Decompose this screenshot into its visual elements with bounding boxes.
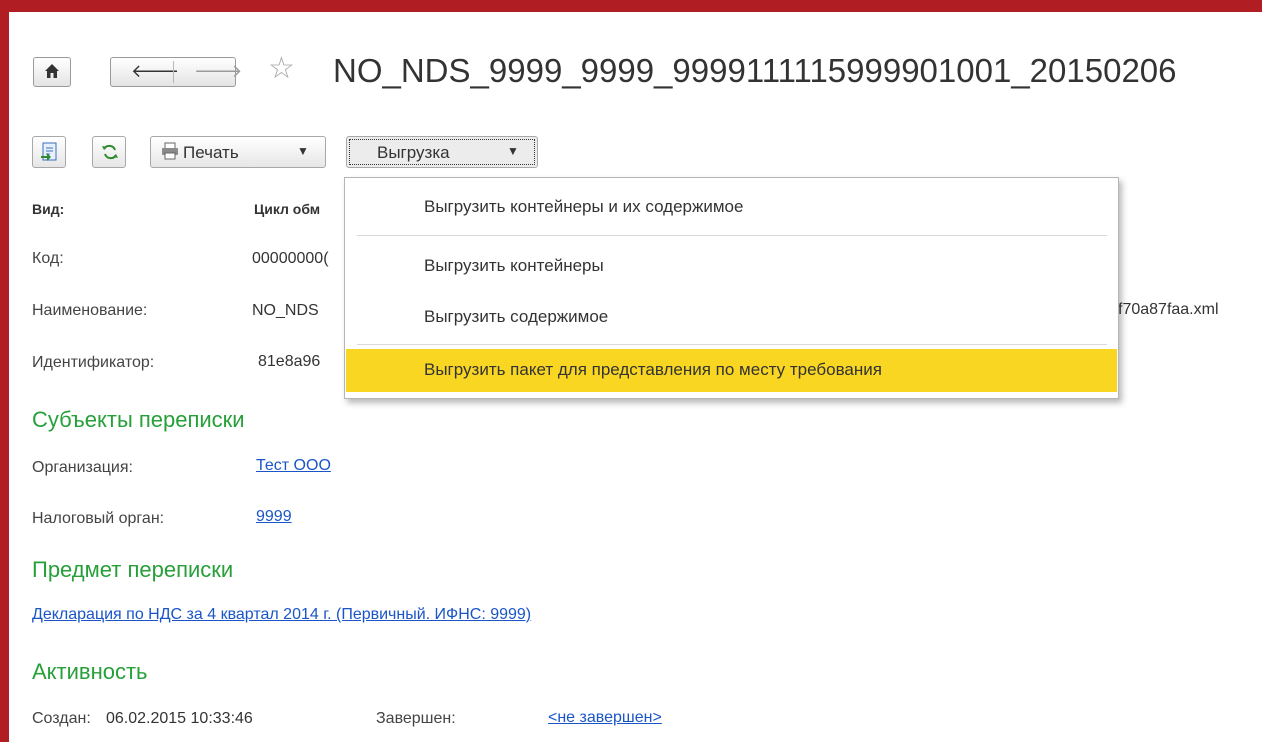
name-value: NO_NDS [252,302,319,319]
activity-heading: Активность [32,659,148,684]
name-label: Наименование: [32,302,148,319]
menu-item-label: Выгрузить пакет для представления по мес… [424,360,882,379]
tax-authority-label: Налоговый орган: [32,510,165,527]
kod-label: Код: [32,250,64,267]
menu-item-label: Выгрузить контейнеры и их содержимое [424,197,744,216]
subject-matter-heading: Предмет переписки [32,557,234,582]
organization-label: Организация: [32,459,133,476]
nav-group: 🡐 🡒 [110,57,242,87]
forward-arrow-icon: 🡒 [194,61,243,81]
tax-authority-link[interactable]: 9999 [256,508,292,526]
created-value: 06.02.2015 10:33:46 [106,710,253,727]
menu-separator [357,344,1107,345]
home-button[interactable] [33,57,71,87]
export-dropdown-menu: Выгрузить контейнеры и их содержимое Выг… [344,177,1119,399]
print-label: Печать [183,143,239,162]
home-icon [44,62,60,86]
kod-value: 00000000( [252,250,329,267]
print-button[interactable]: Печать ▼ [150,136,326,168]
id-label: Идентификатор: [32,354,155,371]
refresh-icon [101,142,119,167]
refresh-button[interactable] [92,136,126,168]
menu-item-export-package-on-demand[interactable]: Выгрузить пакет для представления по мес… [346,349,1117,392]
export-label: Выгрузка [377,143,450,162]
forward-button[interactable]: 🡒 [174,58,242,86]
menu-item-export-contents[interactable]: Выгрузить содержимое [346,297,1117,337]
declaration-link[interactable]: Декларация по НДС за 4 квартал 2014 г. (… [32,606,531,624]
finished-link[interactable]: <не завершен> [548,709,662,727]
document-arrow-icon [41,142,59,167]
finished-label: Завершен: [376,710,456,727]
menu-item-export-containers-and-contents[interactable]: Выгрузить контейнеры и их содержимое [346,187,1117,227]
chevron-down-icon: ▼ [297,144,309,158]
page-title: NO_NDS_9999_9999_9999111115999901001_201… [333,52,1177,89]
menu-item-export-containers[interactable]: Выгрузить контейнеры [346,246,1117,286]
back-button[interactable]: 🡐 [111,58,179,86]
menu-item-label: Выгрузить контейнеры [424,256,604,275]
chevron-down-icon: ▼ [507,144,519,158]
vid-label: Вид: [32,201,65,217]
id-value: 81e8a96 [258,353,321,370]
printer-icon [161,142,179,165]
export-button[interactable]: Выгрузка ▼ [346,136,538,168]
window-frame-top [0,0,1262,12]
favorite-star-icon[interactable]: ☆ [268,52,295,86]
window-frame-left [0,0,9,742]
organization-link[interactable]: Тест ООО [256,457,331,475]
menu-item-label: Выгрузить содержимое [424,307,609,326]
menu-separator [357,235,1107,236]
name-value-tail: f70a87faa.xml [1118,301,1219,318]
created-label: Создан: [32,710,91,727]
vid-value: Цикл обм [254,201,321,217]
subjects-heading: Субъекты переписки [32,407,245,432]
post-and-close-button[interactable] [32,136,66,168]
